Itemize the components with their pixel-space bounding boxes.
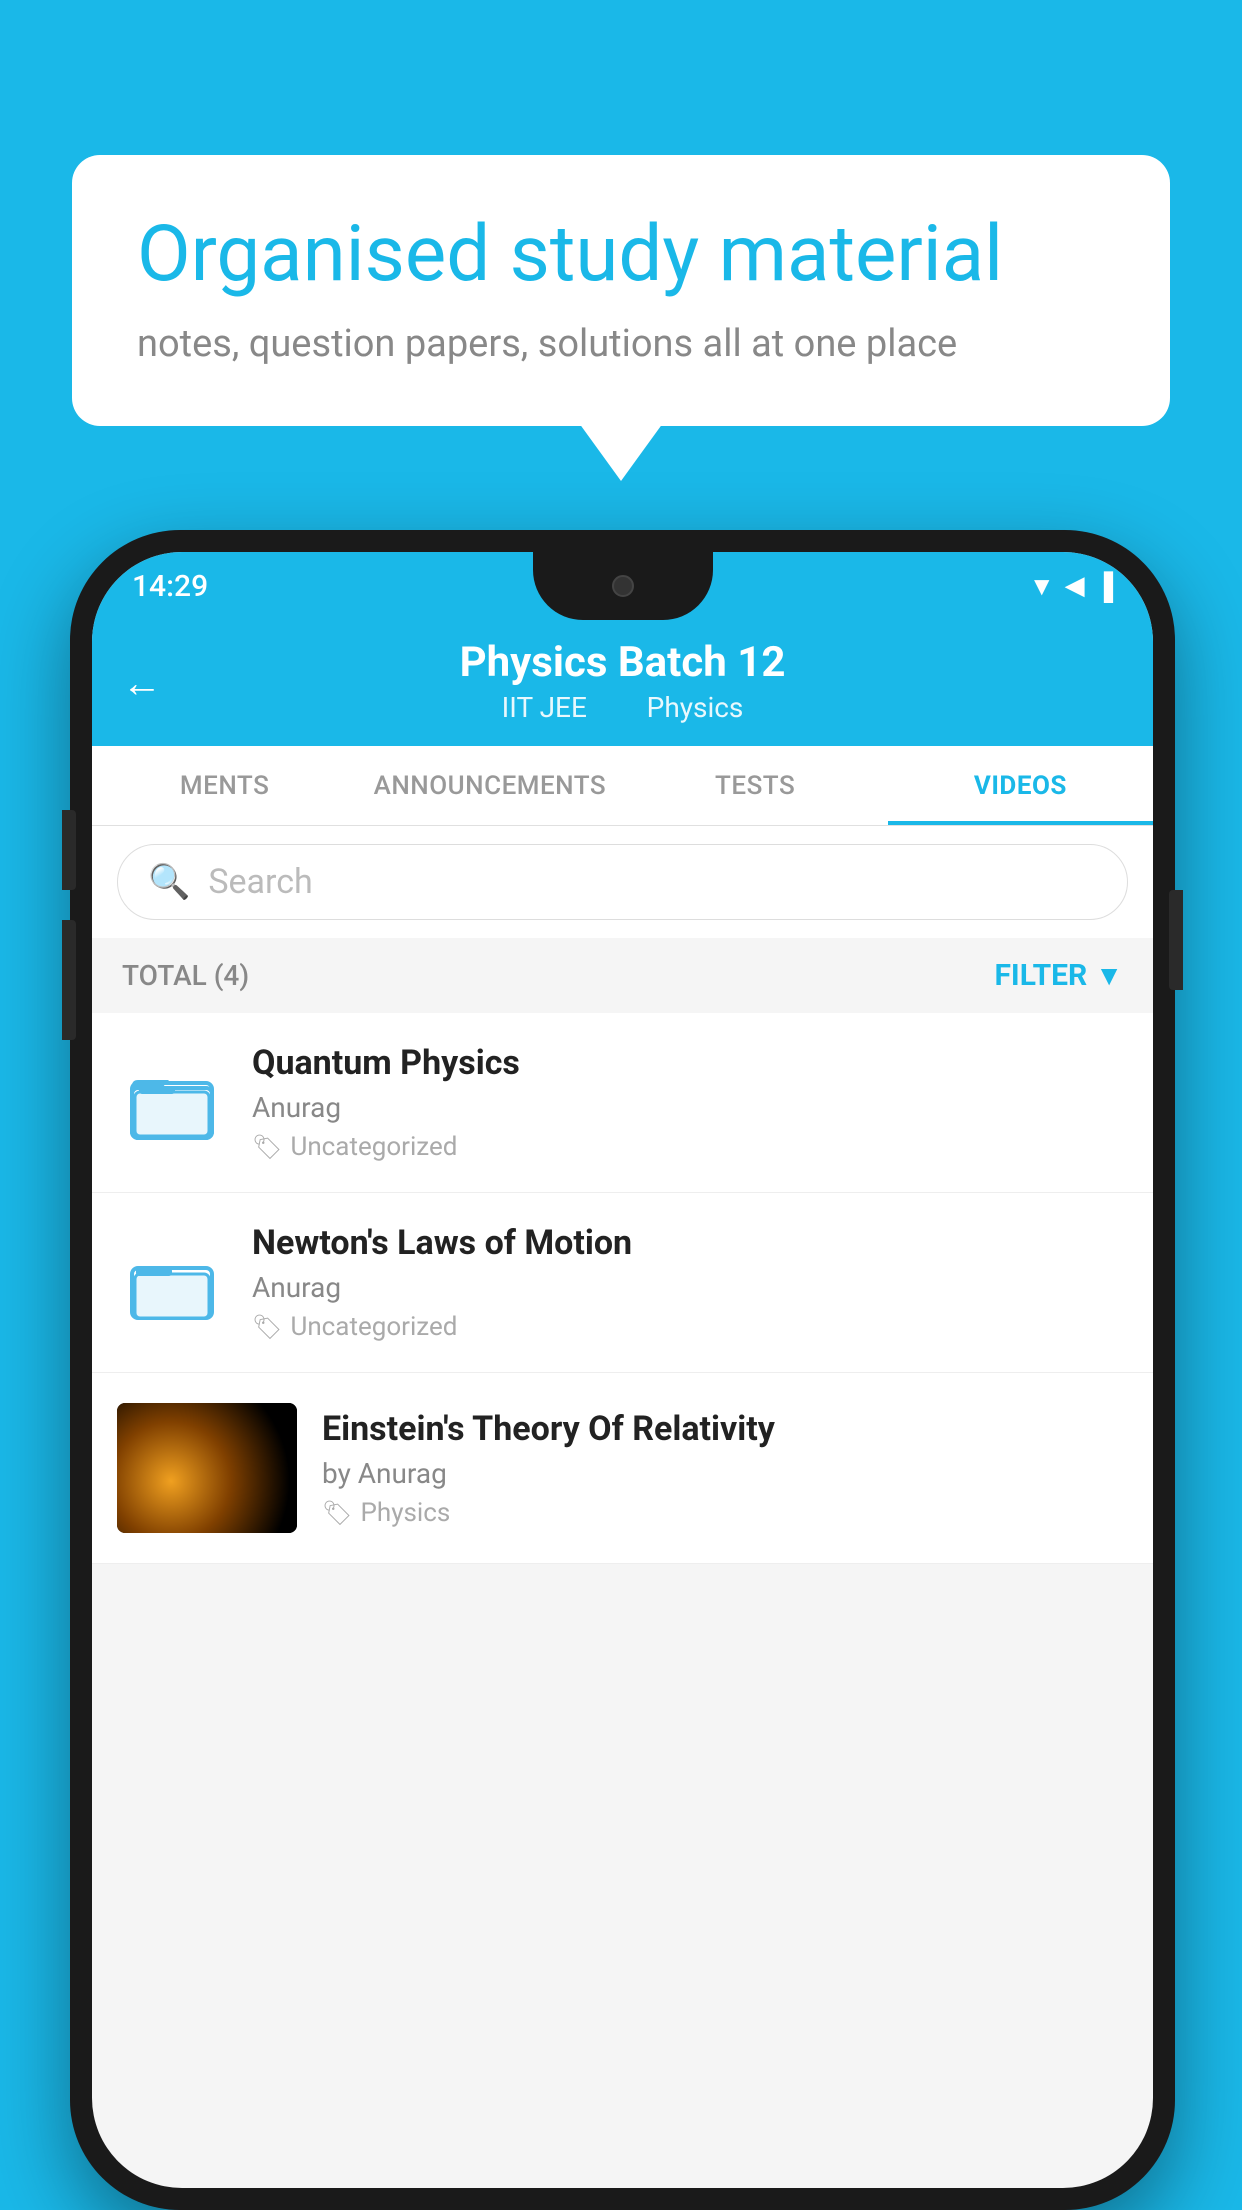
- header-subtitle-iitjee: IIT JEE: [502, 691, 587, 724]
- search-bar[interactable]: 🔍 Search: [117, 844, 1128, 920]
- status-bar: 14:29 ▼ ◀ ▐: [92, 552, 1153, 620]
- video-tag: 🏷 Physics: [322, 1498, 1128, 1528]
- video-title: Einstein's Theory Of Relativity: [322, 1409, 1128, 1449]
- video-author: Anurag: [252, 1091, 1128, 1124]
- list-item[interactable]: Quantum Physics Anurag 🏷 Uncategorized: [92, 1013, 1153, 1193]
- video-author: Anurag: [252, 1271, 1128, 1304]
- tabs-bar: MENTS ANNOUNCEMENTS TESTS VIDEOS: [92, 746, 1153, 826]
- phone-frame: 14:29 ▼ ◀ ▐ ← Physics Batch 12 IIT JEE P…: [70, 530, 1175, 2210]
- filter-icon: ▼: [1095, 959, 1123, 992]
- tag-icon: 🏷: [322, 1499, 352, 1527]
- back-button[interactable]: ←: [122, 660, 162, 707]
- video-tag: 🏷 Uncategorized: [252, 1312, 1128, 1342]
- power-button: [1169, 890, 1183, 990]
- total-count: TOTAL (4): [122, 959, 249, 992]
- video-title: Newton's Laws of Motion: [252, 1223, 1128, 1263]
- tag-label: Uncategorized: [290, 1312, 457, 1342]
- list-item[interactable]: Einstein's Theory Of Relativity by Anura…: [92, 1373, 1153, 1564]
- tab-announcements[interactable]: ANNOUNCEMENTS: [357, 746, 622, 825]
- volume-up-button: [62, 810, 76, 890]
- video-author: by Anurag: [322, 1457, 1128, 1490]
- wifi-icon: ▼: [1029, 571, 1055, 602]
- tab-ments[interactable]: MENTS: [92, 746, 357, 825]
- video-info: Newton's Laws of Motion Anurag 🏷 Uncateg…: [252, 1223, 1128, 1342]
- header-subtitle-physics: Physics: [647, 691, 744, 724]
- tag-label: Uncategorized: [290, 1132, 457, 1162]
- header-title: Physics Batch 12: [122, 638, 1123, 687]
- video-tag: 🏷 Uncategorized: [252, 1132, 1128, 1162]
- status-icons: ▼ ◀ ▐: [1029, 571, 1113, 602]
- header-subtitle-divider: [610, 691, 624, 724]
- filter-label: FILTER: [994, 958, 1087, 993]
- video-title: Quantum Physics: [252, 1043, 1128, 1083]
- camera: [612, 575, 634, 597]
- search-container: 🔍 Search: [92, 826, 1153, 938]
- tag-label: Physics: [360, 1498, 450, 1528]
- tag-icon: 🏷: [252, 1313, 282, 1341]
- video-info: Quantum Physics Anurag 🏷 Uncategorized: [252, 1043, 1128, 1162]
- battery-icon: ▐: [1095, 571, 1113, 602]
- notch: [533, 552, 713, 620]
- search-placeholder: Search: [208, 862, 312, 902]
- header-subtitle: IIT JEE Physics: [122, 691, 1123, 724]
- app-header: ← Physics Batch 12 IIT JEE Physics: [92, 620, 1153, 746]
- tab-videos[interactable]: VIDEOS: [888, 746, 1153, 825]
- search-icon: 🔍: [148, 862, 190, 902]
- filter-button[interactable]: FILTER ▼: [994, 958, 1123, 993]
- signal-icon: ◀: [1065, 571, 1085, 601]
- video-thumbnail: [117, 1403, 297, 1533]
- bubble-title: Organised study material: [137, 210, 1105, 300]
- folder-icon: [117, 1228, 227, 1338]
- speech-bubble-card: Organised study material notes, question…: [72, 155, 1170, 426]
- video-list: Quantum Physics Anurag 🏷 Uncategorized: [92, 1013, 1153, 1564]
- tag-icon: 🏷: [252, 1133, 282, 1161]
- filter-row: TOTAL (4) FILTER ▼: [92, 938, 1153, 1013]
- list-item[interactable]: Newton's Laws of Motion Anurag 🏷 Uncateg…: [92, 1193, 1153, 1373]
- bubble-subtitle: notes, question papers, solutions all at…: [137, 322, 1105, 366]
- status-time: 14:29: [132, 569, 208, 604]
- phone-screen: 14:29 ▼ ◀ ▐ ← Physics Batch 12 IIT JEE P…: [92, 552, 1153, 2188]
- thumbnail-background: [117, 1403, 297, 1533]
- folder-icon: [117, 1048, 227, 1158]
- volume-down-button: [62, 920, 76, 1040]
- tab-tests[interactable]: TESTS: [623, 746, 888, 825]
- video-info: Einstein's Theory Of Relativity by Anura…: [322, 1409, 1128, 1528]
